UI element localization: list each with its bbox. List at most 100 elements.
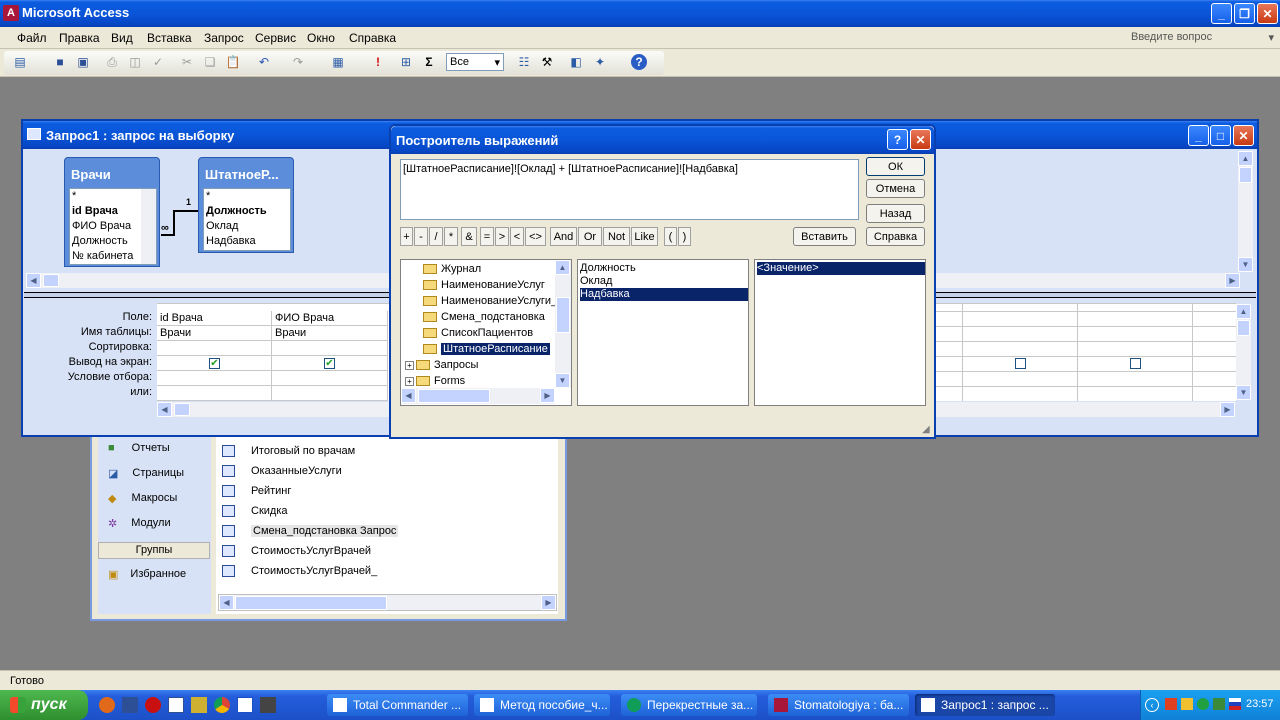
tray-language-icon[interactable] [1229,698,1241,710]
grid-cell-or[interactable] [157,386,272,401]
new-object-icon[interactable]: ✦ [592,54,608,70]
field-item[interactable]: № кабинета [72,250,133,262]
op-and-button[interactable]: And [550,227,577,246]
scroll-right-icon[interactable]: ▶ [1225,273,1240,288]
field-list-item[interactable]: Должность [580,262,748,275]
show-table-icon[interactable]: ⊞ [398,54,414,70]
tray-app-icon[interactable] [1181,698,1193,710]
scroll-left-icon[interactable]: ◀ [401,388,416,403]
field-item[interactable]: Оклад [206,220,238,232]
tree-item[interactable]: СписокПациентов [423,325,533,341]
scroll-left-icon[interactable]: ◀ [219,595,234,610]
op-less-button[interactable]: < [510,227,524,246]
totals-icon[interactable]: Σ [421,54,437,70]
tree-item[interactable]: НаименованиеУслуги_ [423,293,557,309]
database-window-icon[interactable]: ◧ [568,54,584,70]
op-like-button[interactable]: Like [631,227,658,246]
file-search-icon[interactable]: ▣ [75,54,91,70]
start-button[interactable]: пуск [0,690,88,720]
tray-expand-icon[interactable]: ‹ [1145,698,1159,712]
scroll-up-icon[interactable]: ▲ [1236,304,1251,319]
field-item[interactable]: Должность [72,235,128,247]
scroll-left-icon[interactable]: ◀ [157,402,172,417]
op-lparen-button[interactable]: ( [664,227,677,246]
scroll-thumb[interactable] [1237,320,1250,336]
db-object-item-selected[interactable]: Смена_подстановка Запрос [222,522,399,540]
expression-box[interactable]: [ШтатноеРасписание]![Оклад] + [ШтатноеРа… [400,159,859,220]
grid-cell-table[interactable]: Врачи [272,326,388,341]
field-list-item[interactable]: Оклад [580,275,748,288]
tree-vscrollbar[interactable]: ▲ ▼ [555,260,571,388]
op-minus-button[interactable]: - [414,227,428,246]
resize-grip-icon[interactable]: ◢ [922,424,930,435]
scroll-left-icon[interactable]: ◀ [26,273,41,288]
tree-item[interactable]: Смена_подстановка [423,309,545,325]
field-item[interactable]: * [72,190,76,202]
menu-query[interactable]: Запрос [204,31,244,45]
scroll-thumb[interactable] [43,274,59,287]
db-group-macros[interactable]: ◆ Макросы [108,491,177,505]
grid-cell-table[interactable]: Врачи [157,326,272,341]
grid-cell-field[interactable]: id Врача [157,311,272,326]
grid-cell-sort[interactable] [157,341,272,356]
db-group-modules[interactable]: ✲ Модули [108,516,171,530]
grid-cell-sort[interactable] [272,341,388,356]
grid-cell-criteria[interactable] [272,371,388,386]
tree-item-selected[interactable]: ШтатноеРасписание [423,341,550,357]
value-list-item-selected[interactable]: <Значение> [757,262,925,275]
op-or-button[interactable]: Or [578,227,602,246]
db-object-item[interactable]: Скидка [222,502,288,520]
op-plus-button[interactable]: + [400,227,413,246]
view-icon[interactable]: ▤ [12,54,28,70]
db-object-item[interactable]: СтоимостьУслугВрачей [222,542,371,560]
db-object-item[interactable]: Итоговый по врачам [222,442,355,460]
show-checkbox[interactable] [1015,358,1026,369]
tree-hscrollbar[interactable]: ◀ ▶ [401,388,555,404]
query-minimize-button[interactable]: _ [1188,125,1209,146]
grid-cell-or[interactable] [272,386,388,401]
fieldlist-vscroll[interactable] [141,189,156,264]
top-values-combo[interactable]: Все ▾ [446,53,504,71]
quicklaunch-book-icon[interactable] [237,697,253,713]
op-not-button[interactable]: Not [603,227,630,246]
quicklaunch-opera-icon[interactable] [145,697,161,713]
tables-vscrollbar[interactable]: ▲ ▼ [1238,151,1253,272]
taskbar-item-active[interactable]: Запрос1 : запрос ... [915,694,1055,716]
taskbar-item[interactable]: Метод пособие_ч... [474,694,610,716]
back-button[interactable]: Назад [866,204,925,223]
db-group-favorites[interactable]: ▣ Избранное [108,567,186,581]
menu-insert[interactable]: Вставка [147,31,192,45]
menu-view[interactable]: Вид [111,31,133,45]
field-list-item-selected[interactable]: Надбавка [580,288,748,301]
field-item[interactable]: * [206,190,210,202]
print-preview-icon[interactable]: ◫ [127,54,143,70]
db-hscrollbar[interactable]: ◀ ▶ [218,594,557,611]
quicklaunch-firefox-icon[interactable] [99,697,115,713]
grid-cell-field[interactable]: ФИО Врача [272,311,388,326]
taskbar-item[interactable]: Stomatologiya : ба... [768,694,909,716]
spelling-icon[interactable]: ✓ [150,54,166,70]
tree-item[interactable]: Журнал [423,261,481,277]
field-item[interactable]: Надбавка [206,235,256,247]
query-close-button[interactable]: ✕ [1233,125,1254,146]
tray-network-icon[interactable] [1165,698,1177,710]
query-type-icon[interactable]: ▦ [330,54,346,70]
redo-icon[interactable]: ↷ [290,54,306,70]
db-object-item[interactable]: СтоимостьУслугВрачей_ [222,562,377,580]
cancel-button[interactable]: Отмена [866,179,925,198]
tree-item[interactable]: НаименованиеУслуг [423,277,545,293]
grid-vscrollbar[interactable]: ▲ ▼ [1236,304,1251,400]
cut-icon[interactable]: ✂ [179,54,195,70]
close-button[interactable]: ✕ [1257,3,1278,24]
menu-help[interactable]: Справка [349,31,396,45]
query-maximize-button[interactable]: □ [1210,125,1231,146]
help-icon[interactable]: ? [631,54,647,70]
show-checkbox[interactable]: ✔ [324,358,335,369]
op-notequal-button[interactable]: <> [525,227,546,246]
db-groups-header[interactable]: Группы [98,542,210,559]
op-rparen-button[interactable]: ) [678,227,691,246]
properties-icon[interactable]: ☷ [516,54,532,70]
tree-item[interactable]: + Forms [405,373,465,389]
tray-sync-icon[interactable] [1213,698,1225,710]
op-equal-button[interactable]: = [480,227,494,246]
